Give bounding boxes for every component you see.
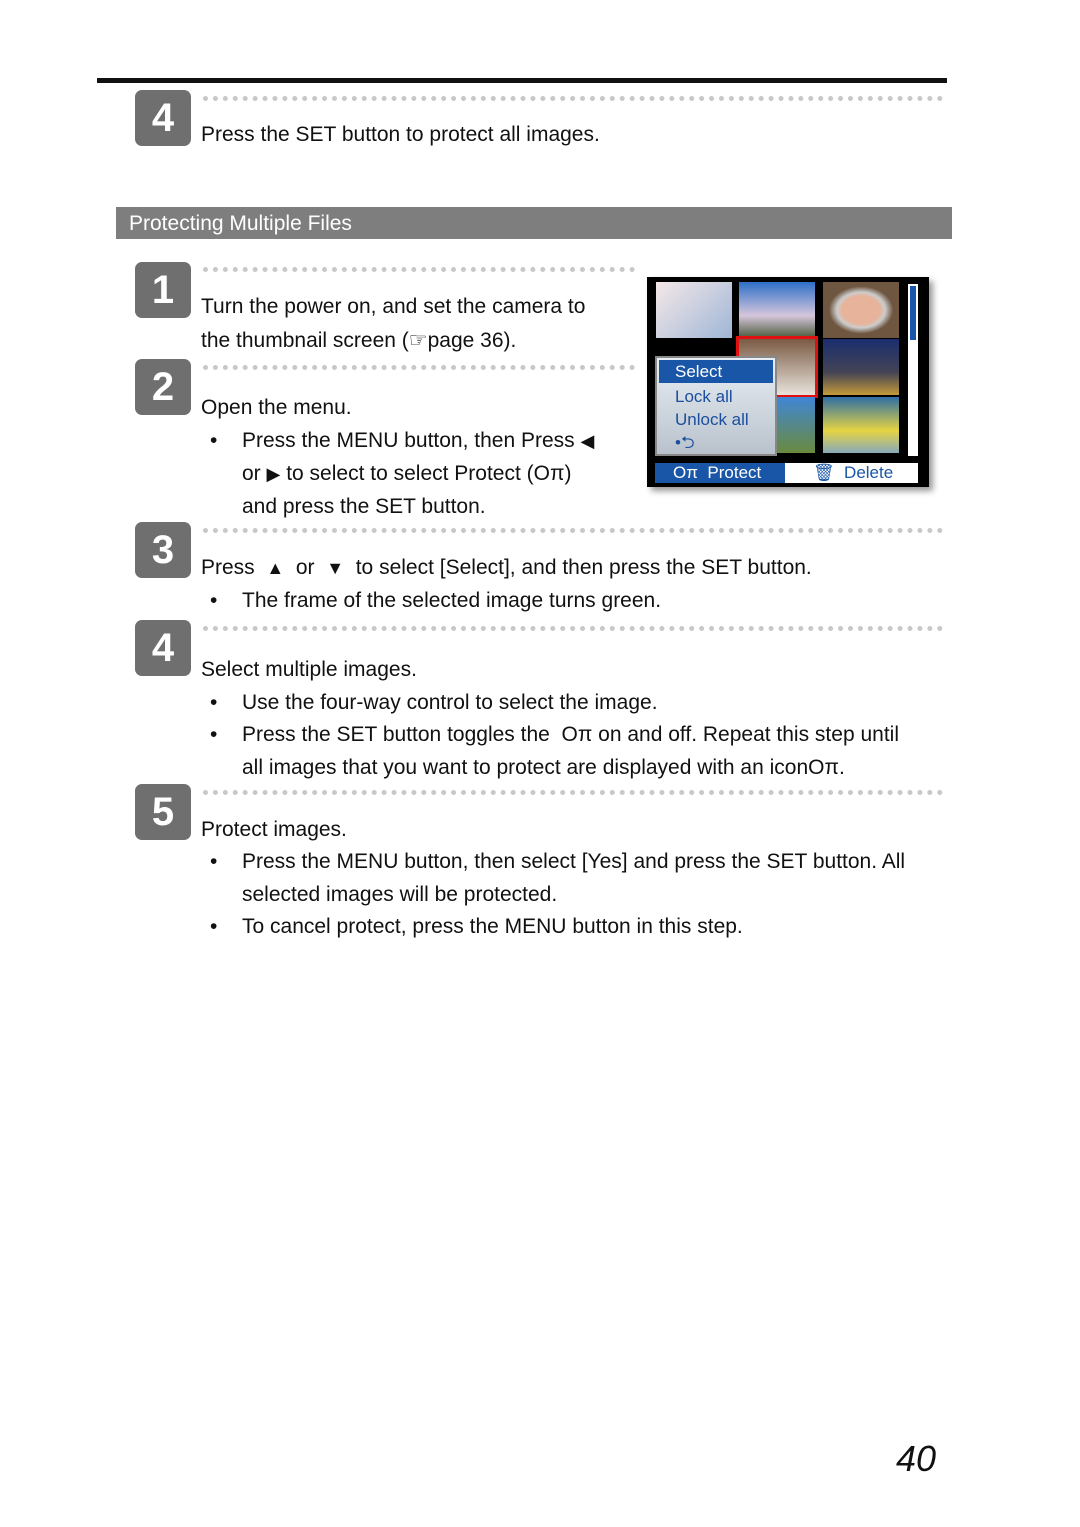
step2-bullet-line2: or ▶ to select to select Protect (Oπ): [242, 462, 571, 486]
step4-bullet2-line2: all images that you want to protect are …: [242, 756, 845, 780]
hand-pointer-icon: ☞: [408, 329, 428, 352]
step1-line2: the thumbnail screen (☞page 36).: [201, 328, 516, 353]
dotted-divider: [203, 528, 943, 533]
bullet-icon: •: [210, 915, 218, 938]
step5-bullet2: To cancel protect, press the MENU button…: [242, 915, 743, 939]
key-icon: Oπ: [673, 463, 698, 482]
text: To cancel protect, press the: [242, 915, 505, 938]
dotted-divider: [203, 96, 943, 101]
menu-item-back[interactable]: •⮌: [657, 431, 775, 454]
text: button.: [415, 495, 486, 518]
thumbnail-tree[interactable]: [739, 282, 815, 338]
text: Press the: [242, 723, 337, 746]
text: ): [564, 462, 572, 485]
delete-label: Delete: [844, 463, 894, 482]
page-link[interactable]: page 36).: [428, 329, 517, 352]
left-arrow-icon: ◀: [580, 431, 595, 451]
key-icon: Oπ: [561, 723, 593, 746]
bullet-icon: •: [210, 691, 218, 714]
text: .: [838, 756, 845, 779]
bullet-icon: •: [210, 850, 218, 873]
bullet-icon: •: [210, 429, 218, 452]
manual-page: 4 Press the SET button to protect all im…: [0, 0, 1080, 1527]
thumbnail-raft[interactable]: [823, 397, 899, 453]
text: and press the: [627, 850, 767, 873]
step4-bullet1: Use the four-way control to select the i…: [242, 691, 658, 714]
menu-item-select[interactable]: Select: [659, 360, 773, 383]
menu-item-unlock-all[interactable]: Unlock all: [657, 408, 775, 431]
step-badge-2: 2: [135, 359, 191, 415]
text: or: [242, 462, 261, 485]
right-arrow-icon: ▶: [266, 464, 281, 484]
text: button, then select: [398, 850, 582, 873]
text: button in this step.: [566, 915, 743, 938]
key-icon: Oπ: [808, 756, 839, 779]
text: all images that you want to protect are …: [242, 756, 809, 779]
set-word: SET: [375, 495, 416, 518]
step3-title: Press ▲ or ▼ to select [Select], and the…: [201, 556, 812, 580]
up-arrow-icon: ▲: [266, 558, 285, 578]
step3-bullet: The frame of the selected image turns gr…: [242, 589, 662, 612]
text: to select to select: [280, 462, 455, 485]
text: button toggles the: [377, 723, 550, 746]
scroll-thumb[interactable]: [910, 286, 916, 340]
step-badge-1: 1: [135, 262, 191, 318]
camera-bottom-bar: Oπ Protect 🗑 Delete: [655, 463, 918, 483]
step2-bullet-line1: Press the MENU button, then Press ◀: [242, 429, 594, 453]
step-badge-5: 5: [135, 784, 191, 840]
text: Press the: [242, 850, 337, 873]
text: and press the: [242, 495, 376, 518]
dotted-divider: [203, 365, 635, 370]
page-number: 40: [896, 1438, 937, 1479]
dotted-divider: [203, 626, 943, 631]
step4-title: Select multiple images.: [201, 658, 417, 681]
step-badge-3: 3: [135, 522, 191, 578]
set-word: SET: [336, 723, 378, 746]
dotted-divider: [203, 267, 635, 272]
step-badge-prev: 4: [135, 90, 191, 146]
text: button. All: [807, 850, 906, 873]
text: or: [295, 556, 315, 579]
prev-step-text: Press the SET button to protect all imag…: [201, 123, 600, 146]
section-title: Protecting Multiple Files: [116, 207, 952, 239]
bullet-icon: •: [210, 589, 218, 612]
step2-title: Open the menu.: [201, 396, 352, 419]
set-word: SET: [766, 850, 808, 873]
menu-item-lock-all[interactable]: Lock all: [657, 385, 775, 408]
thumbnail-baby[interactable]: [656, 282, 732, 338]
thumbnail-kids[interactable]: [823, 282, 899, 338]
yes-word: [Yes]: [581, 850, 628, 873]
trash-icon: 🗑: [813, 463, 835, 482]
text: the thumbnail screen (: [201, 329, 409, 352]
text: Press the: [242, 429, 337, 452]
dotted-divider: [203, 790, 943, 795]
protect-menu: Select Lock all Unlock all •⮌: [655, 356, 777, 456]
text: on and off. Repeat this step until: [592, 723, 899, 746]
protect-tab[interactable]: Oπ Protect: [655, 463, 785, 483]
step-badge-4: 4: [135, 620, 191, 676]
menu-word: MENU: [336, 429, 399, 452]
step5-title: Protect images.: [201, 818, 347, 841]
text: button, then Press: [398, 429, 575, 452]
step5-bullet1-line1: Press the MENU button, then select [Yes]…: [242, 850, 905, 874]
protect-label: Protect: [707, 463, 762, 482]
thumbnail-scrollbar[interactable]: [908, 284, 918, 456]
step1-line1: Turn the power on, and set the camera to: [201, 295, 586, 318]
thumbnail-city[interactable]: [823, 339, 899, 395]
top-rule: [97, 78, 947, 83]
key-icon: Oπ: [533, 462, 565, 485]
delete-tab[interactable]: 🗑 Delete: [813, 463, 893, 483]
text: Press: [201, 556, 255, 579]
menu-word: MENU: [504, 915, 567, 938]
protect-word: Protect: [454, 462, 521, 485]
step4-bullet2-line1: Press the SET button toggles the Oπ on a…: [242, 723, 899, 747]
menu-word: MENU: [336, 850, 399, 873]
down-arrow-icon: ▼: [326, 558, 345, 578]
bullet-icon: •: [210, 723, 218, 746]
text: (: [520, 462, 534, 485]
step2-bullet-line3: and press the SET button.: [242, 495, 486, 519]
text: to select [Select], and then press the S…: [355, 556, 812, 579]
step5-bullet1-line2: selected images will be protected.: [242, 883, 558, 906]
